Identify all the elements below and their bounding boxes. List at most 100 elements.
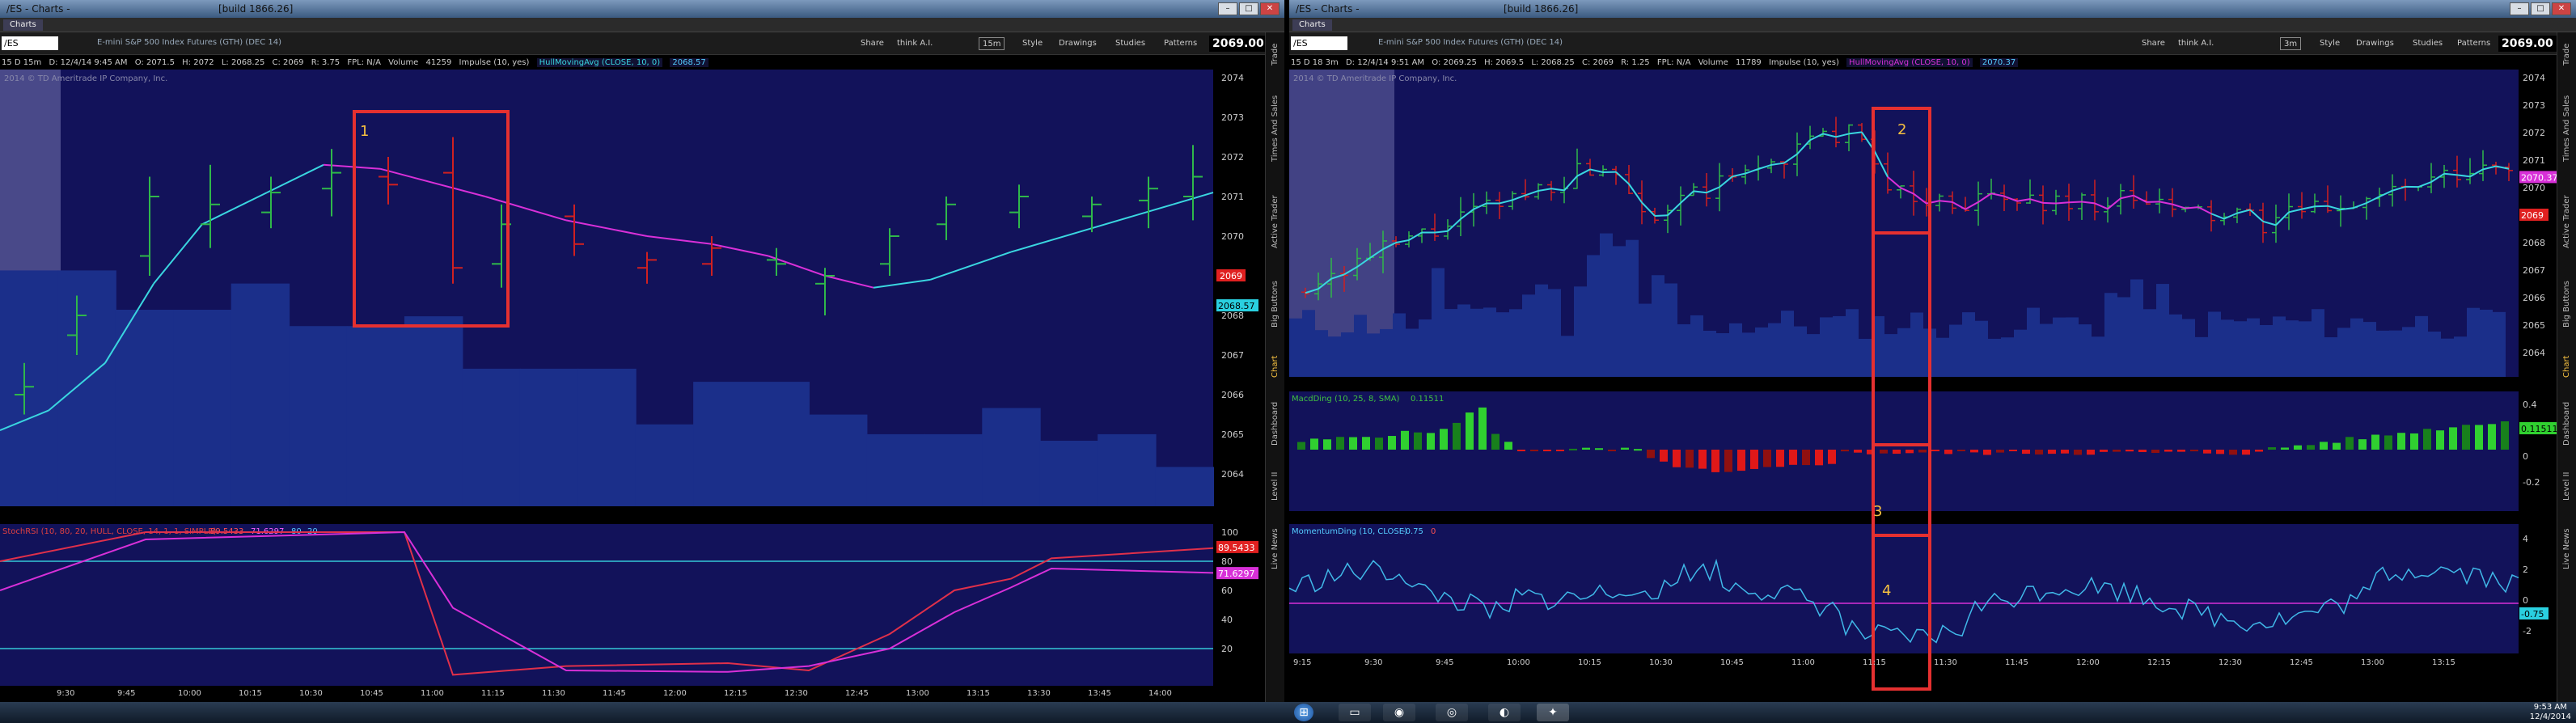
media-taskbar-icon[interactable]: ◉ <box>1383 704 1415 721</box>
app-taskbar-icon[interactable]: ◐ <box>1488 704 1521 721</box>
macd-histogram-bar <box>1323 439 1331 450</box>
right-title-bar: /ES - Charts - [build 1866.26] – □ ✕ <box>1289 0 2576 18</box>
macd-histogram-bar <box>1569 448 1577 450</box>
left-style-button[interactable]: Style <box>1019 37 1046 50</box>
right-timeframe-button[interactable]: 3m <box>2280 37 2302 50</box>
side-tab-live-news[interactable]: Live News <box>2557 518 2576 580</box>
right-tab-charts[interactable]: Charts <box>1292 19 1332 31</box>
time-tick-label: 11:00 <box>421 689 444 698</box>
annotation-label-1: 1 <box>360 123 369 140</box>
left-close-button[interactable]: ✕ <box>1260 2 1280 15</box>
start-button[interactable]: ⊞ <box>1294 704 1313 721</box>
volume-bar <box>2428 332 2441 377</box>
volume-bar <box>1975 320 1988 377</box>
volume-bar <box>2299 321 2312 377</box>
side-tab-big-buttons[interactable]: Big Buttons <box>1266 268 1284 341</box>
left-studies-button[interactable]: Studies <box>1112 37 1148 50</box>
price-tick-label: 2070 <box>1221 231 1244 242</box>
macd-histogram-bar <box>1427 433 1435 450</box>
macd-histogram-bar <box>1453 422 1461 450</box>
macd-histogram-bar <box>1336 437 1344 450</box>
price-tick-label: 2071 <box>2523 155 2545 166</box>
time-tick-label: 11:30 <box>1934 658 1957 667</box>
side-tab-times-and-sales[interactable]: Times And Sales <box>1266 80 1284 176</box>
side-tab-chart[interactable]: Chart <box>2557 345 2576 389</box>
side-tab-big-buttons[interactable]: Big Buttons <box>2557 268 2576 341</box>
volume-bar <box>115 310 175 506</box>
chrome-taskbar-icon[interactable]: ◎ <box>1436 704 1468 721</box>
volume-bar <box>1716 332 1729 377</box>
side-tab-dashboard[interactable]: Dashboard <box>1266 392 1284 455</box>
side-tab-level-ii[interactable]: Level II <box>1266 458 1284 514</box>
left-thinkai-button[interactable]: think A.I. <box>894 37 936 50</box>
time-tick-label: 12:45 <box>845 689 869 698</box>
right-maximize-button[interactable]: □ <box>2531 2 2550 15</box>
time-tick-label: 10:00 <box>178 689 201 698</box>
right-minimize-button[interactable]: – <box>2510 2 2529 15</box>
thinkorswim-taskbar-icon[interactable]: ✦ <box>1537 704 1569 721</box>
left-chart-canvas[interactable]: 2014 © TD Ameritrade IP Company, Inc. 207… <box>0 70 1265 702</box>
side-tab-active-trader[interactable]: Active Trader <box>2557 180 2576 264</box>
chart-copyright: 2014 © TD Ameritrade IP Company, Inc. <box>4 74 167 83</box>
left-maximize-button[interactable]: □ <box>1239 2 1258 15</box>
volume-bar <box>519 368 579 506</box>
left-symbol-input[interactable]: /ES <box>2 36 58 50</box>
taskbar-clock[interactable]: 9:53 AM 12/4/2014 <box>2530 703 2571 722</box>
volume-bar <box>1664 283 1677 377</box>
right-thinkai-button[interactable]: think A.I. <box>2175 37 2217 50</box>
last-price-tag: 2069 <box>1220 271 1242 281</box>
right-symbol-input[interactable]: /ES <box>1291 36 1347 50</box>
side-tab-times-and-sales[interactable]: Times And Sales <box>2557 80 2576 176</box>
macd-histogram-bar <box>2345 437 2354 450</box>
right-info-hma-value: 2070.37 <box>1979 58 2019 67</box>
side-tab-chart[interactable]: Chart <box>1266 345 1284 389</box>
volume-bar <box>1820 317 1833 377</box>
price-tick-label: 2066 <box>1221 390 1244 400</box>
time-tick-label: 10:00 <box>1507 658 1530 667</box>
left-drawings-button[interactable]: Drawings <box>1055 37 1100 50</box>
volume-bar <box>1729 323 1742 377</box>
left-window-title: /ES - Charts - <box>6 3 70 15</box>
right-studies-button[interactable]: Studies <box>2409 37 2446 50</box>
macd-histogram-bar <box>2009 450 2017 451</box>
left-patterns-button[interactable]: Patterns <box>1161 37 1200 50</box>
side-tab-level-ii[interactable]: Level II <box>2557 458 2576 514</box>
macd-histogram-bar <box>2177 450 2185 452</box>
volume-bar <box>2389 330 2402 377</box>
side-tab-active-trader[interactable]: Active Trader <box>1266 180 1284 264</box>
volume-bar <box>1768 323 1781 377</box>
macd-histogram-bar <box>2138 450 2147 452</box>
right-share-button[interactable]: Share <box>2138 37 2168 50</box>
volume-bar <box>2208 311 2221 377</box>
time-tick-label: 11:45 <box>2005 658 2028 667</box>
right-last-price: 2069.00 <box>2498 36 2557 52</box>
right-drawings-button[interactable]: Drawings <box>2353 37 2397 50</box>
macd-histogram-bar <box>2164 450 2172 452</box>
side-tab-trade[interactable]: Trade <box>1266 32 1284 77</box>
left-minimize-button[interactable]: – <box>1218 2 1237 15</box>
volume-bar <box>1600 233 1613 377</box>
side-tab-live-news[interactable]: Live News <box>1266 518 1284 580</box>
right-style-button[interactable]: Style <box>2316 37 2343 50</box>
left-timeframe-button[interactable]: 15m <box>979 37 1005 50</box>
macd-histogram-bar <box>1595 448 1603 450</box>
side-tab-trade[interactable]: Trade <box>2557 32 2576 77</box>
macd-histogram-bar <box>2281 447 2289 450</box>
left-share-button[interactable]: Share <box>857 37 887 50</box>
left-tab-charts[interactable]: Charts <box>3 19 43 31</box>
left-chart-window: /ES - Charts - [build 1866.26] – □ ✕ Cha… <box>0 0 1284 702</box>
macd-histogram-bar <box>1388 436 1396 450</box>
right-chart-canvas[interactable]: 2014 © TD Ameritrade IP Company, Inc. 207… <box>1289 70 2557 702</box>
left-info-impulse: Impulse (10, yes) <box>459 58 530 67</box>
right-symbol-description: E-mini S&P 500 Index Futures (GTH) (DEC … <box>1378 38 1563 47</box>
side-tab-dashboard[interactable]: Dashboard <box>2557 392 2576 455</box>
right-close-button[interactable]: ✕ <box>2552 2 2571 15</box>
right-patterns-button[interactable]: Patterns <box>2454 37 2494 50</box>
volume-bar <box>751 382 810 506</box>
volume-bar <box>866 433 925 506</box>
volume-bar <box>1988 338 2001 377</box>
left-info-low: L: 2068.25 <box>221 58 265 67</box>
volume-bar <box>2415 315 2428 377</box>
explorer-taskbar-icon[interactable]: ▭ <box>1339 704 1371 721</box>
volume-bar <box>1341 332 1354 377</box>
